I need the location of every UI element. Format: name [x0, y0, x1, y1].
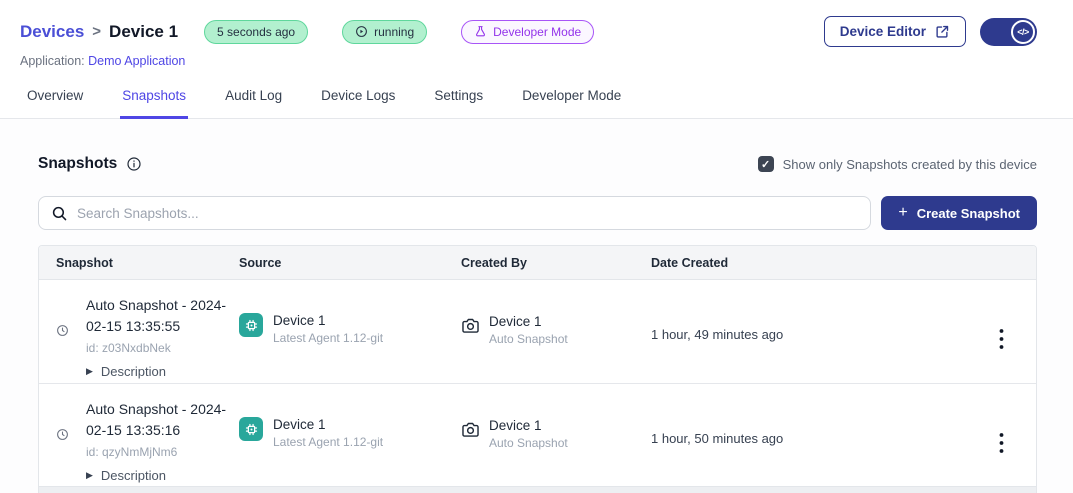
- tab-bar: Overview Snapshots Audit Log Device Logs…: [0, 82, 1073, 119]
- tab-developer-mode[interactable]: Developer Mode: [520, 82, 623, 119]
- description-toggle[interactable]: ▶ Description: [86, 364, 244, 379]
- flask-icon: [474, 25, 487, 38]
- table-header: Snapshot Source Created By Date Created: [39, 246, 1036, 280]
- column-header-source: Source: [239, 256, 461, 270]
- date-created: 1 hour, 50 minutes ago: [651, 384, 966, 486]
- description-toggle-label: Description: [101, 468, 166, 483]
- breadcrumb-devices-link[interactable]: Devices: [20, 22, 84, 42]
- code-icon: </>: [1011, 20, 1035, 44]
- triangle-right-icon: ▶: [86, 366, 93, 377]
- check-icon: ✓: [761, 158, 770, 171]
- search-icon: [51, 205, 68, 222]
- tab-overview[interactable]: Overview: [25, 82, 85, 119]
- developer-mode-badge-label: Developer Mode: [493, 25, 581, 39]
- created-by-type: Auto Snapshot: [489, 332, 568, 346]
- source-agent-version: Latest Agent 1.12-git: [273, 435, 383, 449]
- row-actions-kebab-icon[interactable]: [993, 430, 1010, 486]
- snapshot-id: id: qzyNmMjNm6: [86, 445, 244, 459]
- breadcrumb-current-device: Device 1: [109, 22, 178, 42]
- snapshot-title: Auto Snapshot - 2024-02-15 13:35:55: [86, 295, 244, 337]
- search-input[interactable]: [77, 206, 858, 221]
- created-by-name: Device 1: [489, 418, 568, 433]
- description-toggle[interactable]: ▶ Description: [86, 468, 244, 483]
- application-label: Application:: [20, 54, 85, 68]
- table-footer-strip: [39, 486, 1036, 493]
- tab-snapshots[interactable]: Snapshots: [120, 82, 188, 119]
- breadcrumb-separator: >: [92, 23, 101, 40]
- source-device-name[interactable]: Device 1: [273, 417, 383, 432]
- create-snapshot-button[interactable]: + Create Snapshot: [881, 196, 1037, 230]
- date-created: 1 hour, 49 minutes ago: [651, 280, 966, 383]
- device-chip-icon: [239, 313, 263, 337]
- device-chip-icon: [239, 417, 263, 441]
- tab-audit-log[interactable]: Audit Log: [223, 82, 284, 119]
- column-header-created-by: Created By: [461, 256, 651, 270]
- created-by-name: Device 1: [489, 314, 568, 329]
- create-snapshot-label: Create Snapshot: [917, 206, 1020, 221]
- snapshots-table: Snapshot Source Created By Date Created …: [38, 245, 1037, 493]
- tab-settings[interactable]: Settings: [432, 82, 485, 119]
- row-actions-kebab-icon[interactable]: [993, 326, 1010, 383]
- column-header-date-created: Date Created: [651, 256, 966, 270]
- application-link[interactable]: Demo Application: [88, 54, 185, 68]
- triangle-right-icon: ▶: [86, 470, 93, 481]
- last-seen-badge-label: 5 seconds ago: [217, 25, 295, 39]
- play-circle-icon: [355, 25, 368, 38]
- tab-device-logs[interactable]: Device Logs: [319, 82, 397, 119]
- table-row: Auto Snapshot - 2024-02-15 13:35:16 id: …: [39, 383, 1036, 486]
- info-icon[interactable]: [126, 156, 142, 172]
- running-status-badge: running: [342, 20, 427, 44]
- breadcrumb: Devices > Device 1: [20, 22, 178, 42]
- plus-icon: +: [898, 205, 907, 221]
- device-editor-button[interactable]: Device Editor: [824, 16, 966, 47]
- last-seen-badge: 5 seconds ago: [204, 20, 308, 44]
- table-row: Auto Snapshot - 2024-02-15 13:35:55 id: …: [39, 280, 1036, 383]
- status-badges: 5 seconds ago running Developer Mode: [204, 20, 594, 44]
- clock-icon: [56, 428, 69, 442]
- created-by-type: Auto Snapshot: [489, 436, 568, 450]
- filter-row: ✓ Show only Snapshots created by this de…: [758, 156, 1037, 172]
- source-device-name[interactable]: Device 1: [273, 313, 383, 328]
- running-status-label: running: [374, 25, 414, 39]
- snapshot-id: id: z03NxdbNek: [86, 341, 244, 355]
- clock-icon: [56, 324, 69, 338]
- description-toggle-label: Description: [101, 364, 166, 379]
- application-line: Application: Demo Application: [20, 54, 1037, 68]
- source-agent-version: Latest Agent 1.12-git: [273, 331, 383, 345]
- device-editor-label: Device Editor: [840, 24, 926, 39]
- filter-checkbox[interactable]: ✓: [758, 156, 774, 172]
- page-header: Devices > Device 1 5 seconds ago running…: [0, 0, 1073, 68]
- search-box: [38, 196, 871, 230]
- section-title: Snapshots: [38, 155, 117, 173]
- external-link-icon: [935, 24, 950, 39]
- filter-checkbox-label: Show only Snapshots created by this devi…: [783, 157, 1037, 172]
- editor-mode-toggle[interactable]: </>: [980, 18, 1037, 46]
- snapshot-title: Auto Snapshot - 2024-02-15 13:35:16: [86, 399, 244, 441]
- snapshots-panel: Snapshots ✓ Show only Snapshots created …: [0, 119, 1073, 493]
- column-header-snapshot: Snapshot: [56, 256, 239, 270]
- camera-icon: [461, 316, 480, 383]
- camera-icon: [461, 420, 480, 486]
- developer-mode-badge[interactable]: Developer Mode: [461, 20, 594, 44]
